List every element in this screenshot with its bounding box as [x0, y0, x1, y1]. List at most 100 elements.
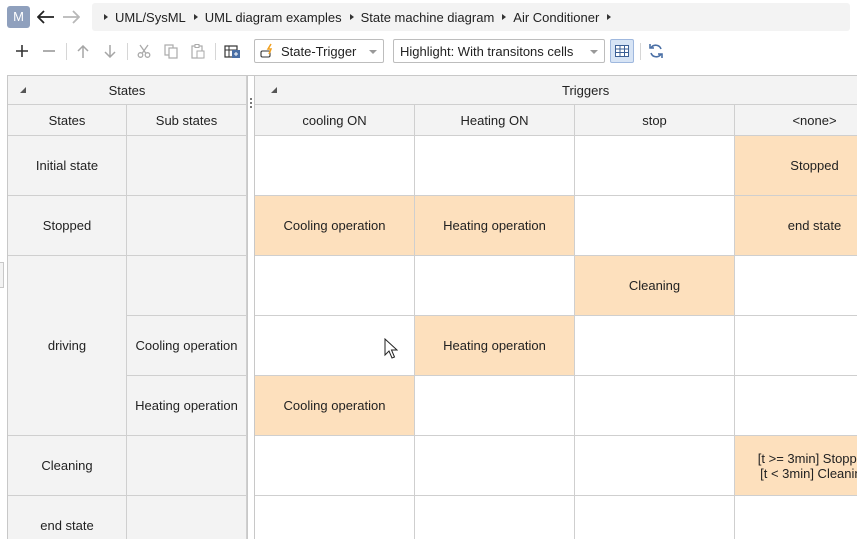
group-header-states[interactable]: States: [8, 76, 247, 105]
plus-icon: [16, 45, 28, 57]
group-header-label: Triggers: [562, 83, 610, 98]
cut-button[interactable]: [134, 40, 154, 62]
matrix-cell[interactable]: [415, 496, 575, 539]
matrix-cell[interactable]: [415, 436, 575, 496]
state-trigger-icon: [260, 43, 273, 58]
app-badge[interactable]: M: [7, 6, 30, 28]
column-header-states[interactable]: States: [8, 105, 127, 136]
chevron-down-icon: [590, 50, 598, 54]
matrix-cell[interactable]: [415, 136, 575, 196]
column-header-trigger[interactable]: stop: [575, 105, 735, 136]
group-header-triggers[interactable]: Triggers: [255, 76, 857, 105]
side-panel-handle[interactable]: [0, 262, 4, 288]
matrix-cell[interactable]: [735, 376, 857, 436]
breadcrumb-item[interactable]: State machine diagram: [349, 10, 503, 25]
clipboard-icon: [191, 43, 205, 59]
toolbar-divider: [640, 43, 641, 60]
row-header-sub-state[interactable]: [127, 256, 247, 316]
matrix-cell[interactable]: [415, 376, 575, 436]
matrix-cell[interactable]: [735, 316, 857, 376]
column-header-trigger[interactable]: Heating ON: [415, 105, 575, 136]
matrix-type-label: State-Trigger: [281, 43, 357, 59]
matrix-cell-transition[interactable]: Cooling operation: [255, 196, 415, 256]
breadcrumb-chevron-icon[interactable]: [607, 14, 612, 20]
top-bar: M UML/SysML UML diagram examples State m…: [0, 0, 857, 33]
arrow-left-icon: [37, 10, 54, 24]
chevron-down-icon: [369, 50, 377, 54]
row-header-state[interactable]: Stopped: [8, 196, 127, 256]
back-button[interactable]: [35, 6, 57, 28]
matrix-cell[interactable]: [575, 496, 735, 539]
remove-button[interactable]: [39, 40, 59, 62]
toolbar: State-Trigger Highlight: With transitons…: [0, 36, 857, 68]
scissors-icon: [137, 44, 151, 58]
matrix-cell-transition[interactable]: Stopped: [735, 136, 857, 196]
copy-button[interactable]: [161, 40, 181, 62]
matrix-cell-transition[interactable]: [t >= 3min] Stopped [t < 3min] Cleaning: [735, 436, 857, 496]
collapse-triangle-icon[interactable]: [20, 87, 26, 93]
pane-splitter[interactable]: [247, 76, 255, 539]
row-header-sub-state[interactable]: [127, 496, 247, 539]
matrix-cell-transition[interactable]: Cooling operation: [255, 376, 415, 436]
row-header-sub-state[interactable]: Heating operation: [127, 376, 247, 436]
matrix-cell[interactable]: [415, 256, 575, 316]
row-header-state[interactable]: driving: [8, 256, 127, 436]
grid-view-toggle[interactable]: [610, 39, 634, 63]
splitter-grip-icon: [250, 98, 252, 100]
matrix-cell-transition[interactable]: Heating operation: [415, 316, 575, 376]
row-header-state[interactable]: Cleaning: [8, 436, 127, 496]
matrix-cell[interactable]: [575, 436, 735, 496]
matrix-type-dropdown[interactable]: State-Trigger: [254, 39, 384, 63]
matrix-cell-transition[interactable]: Heating operation: [415, 196, 575, 256]
row-header-sub-state[interactable]: [127, 196, 247, 256]
toolbar-divider: [127, 43, 128, 60]
move-down-button[interactable]: [100, 40, 120, 62]
highlight-dropdown[interactable]: Highlight: With transitons cells: [393, 39, 605, 63]
splitter-grip-icon: [250, 102, 252, 104]
matrix-cell-transition[interactable]: Cleaning: [575, 256, 735, 316]
matrix-cell[interactable]: [575, 136, 735, 196]
arrow-up-icon: [77, 44, 89, 58]
highlight-label: Highlight: With transitons cells: [400, 43, 574, 59]
minus-icon: [43, 50, 55, 52]
breadcrumb-item[interactable]: Air Conditioner: [502, 10, 607, 25]
matrix-cell[interactable]: [575, 196, 735, 256]
row-header-sub-state[interactable]: [127, 136, 247, 196]
row-header-state[interactable]: end state: [8, 496, 127, 539]
matrix-cell[interactable]: [735, 496, 857, 539]
toolbar-divider: [215, 43, 216, 60]
matrix-export-icon: [223, 44, 240, 58]
column-header-sub-states[interactable]: Sub states: [127, 105, 247, 136]
grid-icon: [615, 45, 629, 57]
arrow-right-icon: [63, 10, 80, 24]
matrix-cell[interactable]: [255, 136, 415, 196]
move-up-button[interactable]: [73, 40, 93, 62]
matrix-cell[interactable]: [255, 256, 415, 316]
matrix-cell[interactable]: [575, 316, 735, 376]
breadcrumb: UML/SysML UML diagram examples State mac…: [92, 3, 850, 31]
matrix-cell-transition[interactable]: end state: [735, 196, 857, 256]
collapse-triangle-icon[interactable]: [271, 87, 277, 93]
refresh-icon: [649, 44, 663, 58]
arrow-down-icon: [104, 44, 116, 58]
breadcrumb-item[interactable]: UML diagram examples: [193, 10, 350, 25]
row-header-sub-state[interactable]: Cooling operation: [127, 316, 247, 376]
splitter-grip-icon: [250, 106, 252, 108]
row-header-sub-state[interactable]: [127, 436, 247, 496]
matrix-settings-button[interactable]: [222, 40, 242, 62]
column-header-trigger[interactable]: <none>: [735, 105, 857, 136]
refresh-button[interactable]: [646, 40, 666, 62]
paste-button[interactable]: [188, 40, 208, 62]
toolbar-divider: [66, 43, 67, 60]
matrix-cell[interactable]: [255, 496, 415, 539]
column-header-trigger[interactable]: cooling ON: [255, 105, 415, 136]
state-trigger-matrix: States Triggers States Sub states coolin…: [7, 75, 857, 539]
row-header-state[interactable]: Initial state: [8, 136, 127, 196]
forward-button[interactable]: [60, 6, 82, 28]
matrix-cell[interactable]: [255, 436, 415, 496]
add-button[interactable]: [12, 40, 32, 62]
matrix-cell[interactable]: [575, 376, 735, 436]
breadcrumb-item[interactable]: UML/SysML: [104, 10, 194, 25]
mouse-cursor-icon: [384, 338, 398, 359]
matrix-cell[interactable]: [735, 256, 857, 316]
